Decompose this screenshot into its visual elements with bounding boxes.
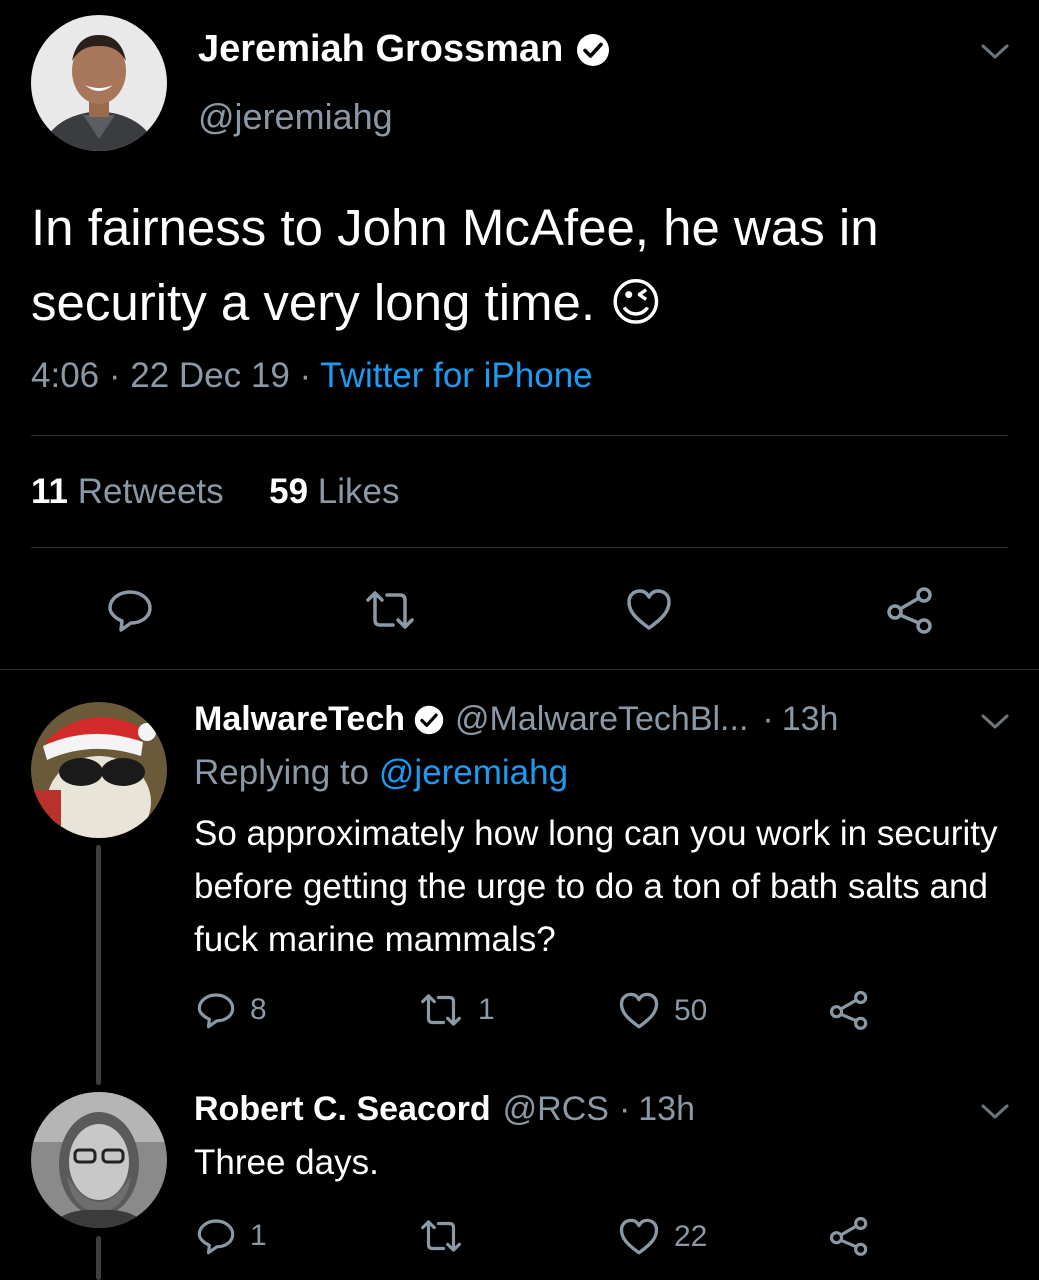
reply-button[interactable]: 1 <box>196 1216 267 1256</box>
tweet-time[interactable]: 4:06 <box>31 356 99 395</box>
reply-icon[interactable] <box>106 586 154 634</box>
author-handle[interactable]: @jeremiahg <box>198 96 393 138</box>
like-icon[interactable] <box>625 586 673 634</box>
likes-stat[interactable]: 59 Likes <box>269 472 399 511</box>
like-icon <box>618 1216 660 1258</box>
tweet-meta: 4:06 · 22 Dec 19 · Twitter for iPhone <box>31 356 593 396</box>
chevron-down-icon[interactable] <box>980 1102 1010 1122</box>
chevron-down-icon[interactable] <box>980 42 1010 62</box>
thread-line <box>96 845 101 1085</box>
reply-author-handle[interactable]: @MalwareTechBl... <box>455 700 748 739</box>
tweet-stats: 11 Retweets 59 Likes <box>31 472 400 512</box>
retweet-icon[interactable] <box>363 586 417 634</box>
retweet-button[interactable]: 1 <box>418 990 495 1030</box>
verified-badge-icon <box>413 704 445 736</box>
reply-text: So approximately how long can you work i… <box>194 814 998 959</box>
reply-avatar[interactable] <box>31 702 167 838</box>
verified-badge-icon <box>575 32 611 68</box>
like-button[interactable]: 22 <box>618 1216 707 1258</box>
chevron-down-icon[interactable] <box>980 712 1010 732</box>
divider <box>0 669 1039 670</box>
tweet-source[interactable]: Twitter for iPhone <box>320 356 592 395</box>
reply-author-handle[interactable]: @RCS <box>503 1090 609 1129</box>
share-icon[interactable] <box>885 586 935 634</box>
meta-separator: · <box>299 356 312 395</box>
retweet-button[interactable] <box>418 1216 478 1256</box>
reply-icon <box>196 990 236 1030</box>
reply-time[interactable]: 13h <box>638 1090 695 1129</box>
meta-separator: · <box>108 356 121 395</box>
author-avatar[interactable] <box>31 15 167 151</box>
share-button[interactable] <box>828 990 870 1030</box>
reply-count: 1 <box>250 1219 267 1252</box>
like-count: 22 <box>674 1220 708 1253</box>
like-icon <box>618 990 660 1032</box>
reply-author-name[interactable]: Robert C. Seacord <box>194 1090 491 1129</box>
share-icon <box>828 1216 870 1256</box>
tweet-text: In fairness to John McAfee, he was in se… <box>31 199 879 331</box>
divider <box>31 547 1008 548</box>
retweets-stat[interactable]: 11 Retweets <box>31 472 224 511</box>
reply-avatar[interactable] <box>31 1092 167 1228</box>
retweet-icon <box>418 1216 464 1256</box>
wink-emoji: 😉 <box>609 274 663 331</box>
divider <box>31 435 1008 436</box>
thread-line <box>96 1236 101 1280</box>
like-button[interactable]: 50 <box>618 990 707 1032</box>
time-separator: · <box>762 700 774 738</box>
replying-to-handle[interactable]: @jeremiahg <box>379 753 568 792</box>
reply-author-row[interactable]: MalwareTech @MalwareTechBl... · 13h <box>194 700 838 739</box>
replying-to: Replying to @jeremiahg <box>194 753 569 792</box>
like-count: 50 <box>674 994 708 1027</box>
author-name[interactable]: Jeremiah Grossman <box>198 28 563 71</box>
retweet-count: 1 <box>478 993 495 1026</box>
reply-button[interactable]: 8 <box>196 990 267 1030</box>
retweet-icon <box>418 990 464 1030</box>
reply-time[interactable]: 13h <box>782 700 839 739</box>
time-separator: · <box>618 1090 631 1128</box>
reply-author-row[interactable]: Robert C. Seacord @RCS · 13h <box>194 1090 695 1129</box>
reply-author-name[interactable]: MalwareTech <box>194 700 405 739</box>
reply-text: Three days. <box>194 1143 379 1182</box>
reply-icon <box>196 1216 236 1256</box>
share-button[interactable] <box>828 1216 870 1256</box>
reply-count: 8 <box>250 993 267 1026</box>
tweet-date[interactable]: 22 Dec 19 <box>130 356 290 395</box>
share-icon <box>828 990 870 1030</box>
author-name-row[interactable]: Jeremiah Grossman <box>198 28 611 71</box>
